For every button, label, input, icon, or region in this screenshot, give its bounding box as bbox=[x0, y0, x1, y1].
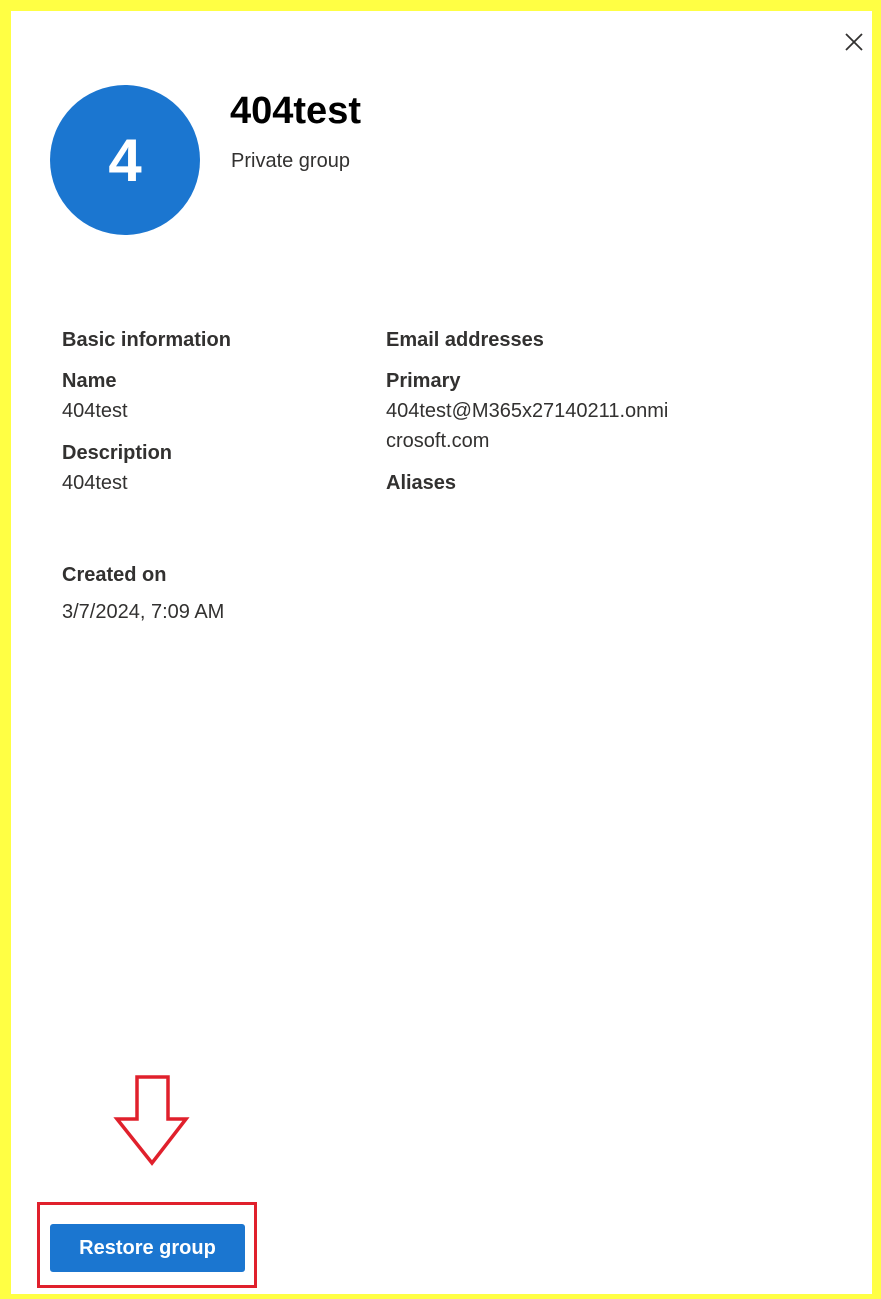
close-button[interactable] bbox=[832, 20, 876, 64]
group-privacy: Private group bbox=[231, 150, 350, 172]
name-label: Name bbox=[62, 370, 117, 392]
primary-email-label: Primary bbox=[386, 370, 461, 392]
primary-email-value-line1: 404test@M365x27140211.onmi bbox=[386, 400, 669, 422]
group-avatar: 4 bbox=[50, 85, 200, 235]
group-title: 404test bbox=[230, 90, 361, 132]
down-arrow-icon bbox=[113, 1075, 190, 1166]
description-value: 404test bbox=[62, 472, 128, 494]
restore-group-label: Restore group bbox=[79, 1236, 216, 1259]
created-on-value: 3/7/2024, 7:09 AM bbox=[62, 601, 225, 623]
primary-email-value-line2: crosoft.com bbox=[386, 430, 490, 452]
aliases-label: Aliases bbox=[386, 472, 457, 494]
email-addresses-heading: Email addresses bbox=[386, 329, 544, 351]
description-label: Description bbox=[62, 442, 173, 464]
name-value: 404test bbox=[62, 400, 128, 422]
avatar-initial: 4 bbox=[108, 126, 142, 194]
created-on-label: Created on bbox=[62, 564, 167, 586]
basic-info-heading: Basic information bbox=[62, 329, 231, 351]
close-icon bbox=[845, 33, 863, 51]
restore-group-button[interactable]: Restore group bbox=[50, 1224, 245, 1272]
